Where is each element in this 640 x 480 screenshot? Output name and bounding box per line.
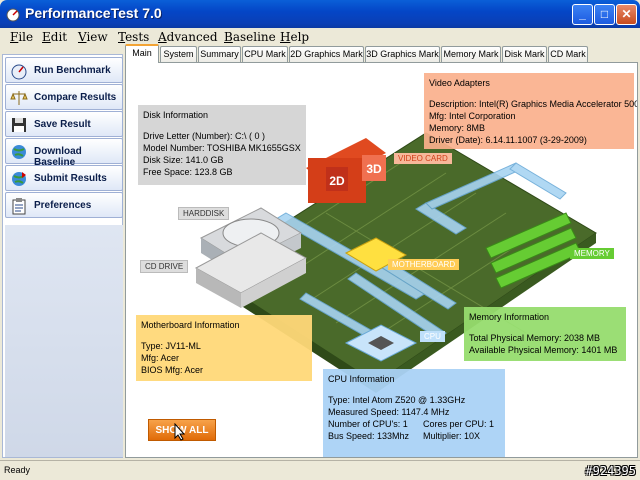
motherboard-type: Type: JV11-ML: [141, 341, 201, 351]
menu-view[interactable]: View: [78, 30, 108, 44]
motherboard-info-heading: Motherboard Information: [141, 320, 240, 330]
app-gauge-icon: [6, 8, 20, 22]
tab-2d-graphics-mark[interactable]: 2D Graphics Mark: [289, 46, 364, 62]
memory-info-heading: Memory Information: [469, 312, 550, 322]
bus-speed: Bus Speed: 133Mhz: [328, 431, 410, 441]
menu-help[interactable]: Help: [280, 30, 309, 44]
menu-baseline[interactable]: Baseline: [224, 30, 276, 44]
cpu-count-row: Number of CPU's: 1 Cores per CPU: 1: [328, 418, 500, 430]
disk-drive-letter: Drive Letter (Number): C:\ ( 0 ): [143, 131, 266, 141]
tab-3d-graphics-mark[interactable]: 3D Graphics Mark: [365, 46, 440, 62]
menu-tests[interactable]: Tests: [118, 30, 149, 44]
save-result-button[interactable]: Save Result: [5, 111, 123, 137]
sidebar: Run Benchmark Compare Results Save Resul…: [2, 54, 123, 458]
chip-3d-text: 3D: [366, 162, 382, 176]
tab-system[interactable]: System: [160, 46, 197, 62]
watermark-text: #924395: [585, 464, 636, 478]
status-text: Ready: [4, 465, 31, 475]
preferences-button[interactable]: Preferences: [5, 192, 123, 218]
compare-results-button[interactable]: Compare Results: [5, 84, 123, 110]
available-physical-memory: Available Physical Memory: 1401 MB: [469, 345, 618, 355]
tab-summary[interactable]: Summary: [198, 46, 241, 62]
maximize-button[interactable]: □: [594, 4, 615, 25]
memory-info-panel: Memory Information Total Physical Memory…: [464, 307, 626, 361]
globe-upload-icon: [12, 172, 26, 186]
minimize-button[interactable]: _: [572, 4, 593, 25]
globe-download-icon: [12, 145, 26, 159]
menu-file[interactable]: File: [10, 30, 33, 44]
multiplier: Multiplier: 10X: [423, 431, 481, 441]
cpu-info-panel: CPU Information Type: Intel Atom Z520 @ …: [323, 369, 505, 457]
title-bar[interactable]: PerformanceTest 7.0 _ □ ✕: [0, 0, 640, 28]
clipboard-icon: [12, 198, 26, 215]
download-baseline-button[interactable]: Download Baseline: [5, 138, 123, 168]
disk-model: Model Number: TOSHIBA MK1655GSX: [143, 143, 301, 153]
video-description: Description: Intel(R) Graphics Media Acc…: [429, 99, 638, 109]
floppy-disk-icon: [12, 118, 26, 132]
disk-info-panel: Disk Information Drive Letter (Number): …: [138, 105, 306, 185]
video-memory: Memory: 8MB: [429, 123, 486, 133]
menu-edit[interactable]: Edit: [42, 30, 67, 44]
close-button[interactable]: ✕: [616, 4, 637, 25]
video-driver: Driver (Date): 6.14.11.1007 (3-29-2009): [429, 135, 587, 145]
motherboard-mfg: Mfg: Acer: [141, 353, 180, 363]
harddisk-label: HARDDISK: [178, 207, 230, 220]
disk-info-heading: Disk Information: [143, 110, 209, 120]
window-title: PerformanceTest 7.0: [25, 5, 162, 21]
sidebar-filler: [5, 225, 123, 457]
tab-cpu-mark[interactable]: CPU Mark: [242, 46, 288, 62]
tab-main[interactable]: Main: [125, 44, 159, 63]
video-info-panel: Video Adapters Description: Intel(R) Gra…: [424, 73, 638, 149]
total-physical-memory: Total Physical Memory: 2038 MB: [469, 333, 601, 343]
motherboard-label: MOTHERBOARD: [388, 259, 460, 270]
minimize-icon: _: [579, 7, 586, 21]
cd-drive-label: CD DRIVE: [140, 260, 189, 273]
motherboard-info-panel: Motherboard Information Type: JV11-ML Mf…: [136, 315, 312, 381]
submit-results-button[interactable]: Submit Results: [5, 165, 123, 191]
mouse-pointer-icon: [174, 423, 186, 441]
status-bar: Ready #924395: [0, 460, 640, 480]
bios-mfg: BIOS Mfg: Acer: [141, 365, 204, 375]
close-icon: ✕: [621, 7, 632, 21]
chip-2d-text: 2D: [329, 174, 345, 188]
tab-cd-mark[interactable]: CD Mark: [548, 46, 588, 62]
video-card-label: VIDEO CARD: [394, 153, 452, 164]
cpu-measured-speed: Measured Speed: 1147.4 MHz: [328, 407, 450, 417]
run-benchmark-button[interactable]: Run Benchmark: [5, 57, 123, 83]
maximize-icon: □: [600, 7, 609, 21]
cpu-label: CPU: [420, 331, 445, 342]
speedometer-icon: [11, 64, 27, 80]
video-mfg: Mfg: Intel Corporation: [429, 111, 516, 121]
memory-label: MEMORY: [570, 248, 614, 259]
scales-icon: [10, 91, 28, 105]
disk-free-space: Free Space: 123.8 GB: [143, 167, 233, 177]
main-panel: 2D 3D HARDDISK CD DRIVE VIDEO CARD MOTHE…: [125, 62, 638, 458]
menu-advanced[interactable]: Advanced: [158, 30, 218, 44]
disk-size: Disk Size: 141.0 GB: [143, 155, 224, 165]
menu-bar: File Edit View Tests Advanced Baseline H…: [0, 28, 640, 46]
tab-disk-mark[interactable]: Disk Mark: [502, 46, 547, 62]
tab-memory-mark[interactable]: Memory Mark: [441, 46, 501, 62]
cpu-type: Type: Intel Atom Z520 @ 1.33GHz: [328, 395, 466, 405]
bus-speed-row: Bus Speed: 133Mhz Multiplier: 10X: [328, 430, 500, 442]
cpu-info-heading: CPU Information: [328, 374, 395, 384]
cores-per-cpu: Cores per CPU: 1: [423, 419, 495, 429]
cpu-count: Number of CPU's: 1: [328, 419, 408, 429]
video-info-heading: Video Adapters: [429, 78, 490, 88]
